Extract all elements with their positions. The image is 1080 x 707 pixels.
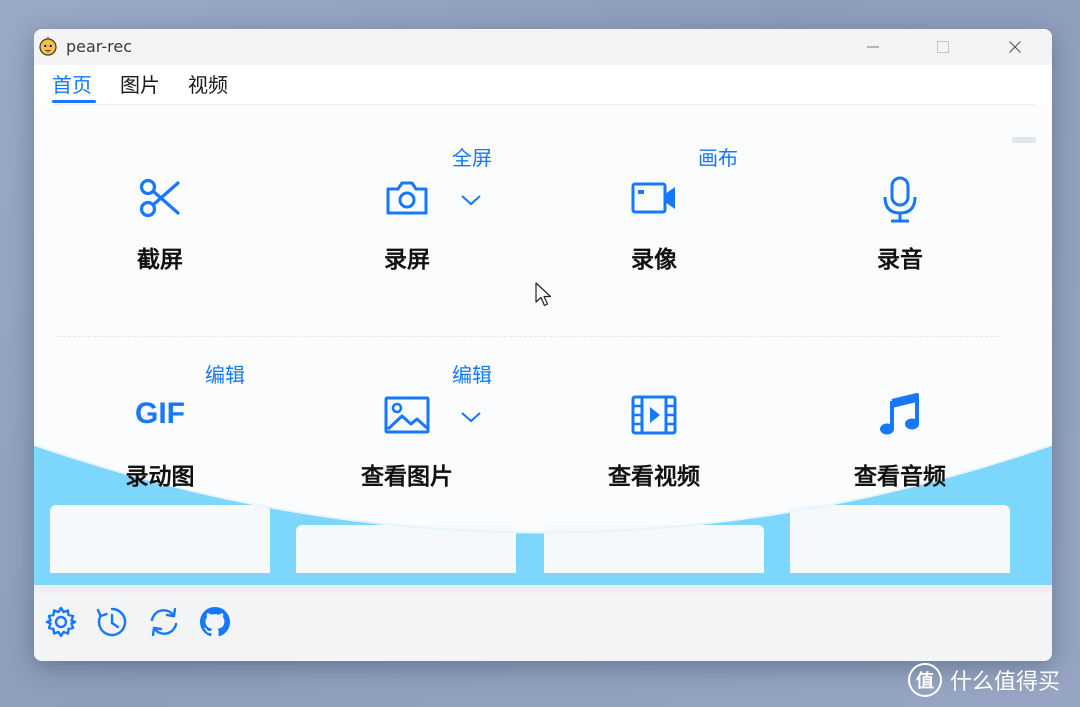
audio-record-card[interactable]: 录音 bbox=[777, 145, 1023, 345]
minimize-icon bbox=[867, 46, 879, 48]
camera-record-label[interactable]: 录像 bbox=[531, 240, 777, 274]
gear-icon[interactable] bbox=[44, 605, 78, 639]
audio-record-label[interactable]: 录音 bbox=[777, 240, 1023, 274]
camera-icon[interactable] bbox=[284, 175, 530, 221]
screen-record-card[interactable]: 全屏 录屏 bbox=[284, 145, 530, 345]
tab-bar: 首页 图片 视频 bbox=[34, 65, 1052, 105]
gif-record-label[interactable]: 录动图 bbox=[37, 457, 283, 491]
minimize-button[interactable] bbox=[850, 29, 896, 65]
gif-record-card[interactable]: 编辑 GIF 录动图 bbox=[37, 362, 283, 562]
toolbar-separator bbox=[34, 585, 1052, 593]
watermark-text: 什么值得买 bbox=[950, 670, 1061, 695]
screenshot-label[interactable]: 截屏 bbox=[37, 240, 283, 274]
film-play-icon[interactable] bbox=[531, 392, 777, 438]
watermark-logo: 值 bbox=[908, 663, 942, 697]
canvas-option[interactable]: 画布 bbox=[698, 142, 738, 171]
view-audio-label[interactable]: 查看音频 bbox=[777, 457, 1023, 491]
bottom-toolbar bbox=[34, 585, 1052, 661]
gif-icon[interactable]: GIF bbox=[37, 392, 283, 436]
watermark: 值 什么值得买 bbox=[908, 660, 1060, 700]
chevron-down-icon[interactable] bbox=[460, 193, 482, 207]
music-note-icon[interactable] bbox=[777, 392, 1023, 438]
github-icon[interactable] bbox=[198, 605, 232, 639]
history-clock-icon[interactable] bbox=[95, 605, 129, 639]
screen-record-label[interactable]: 录屏 bbox=[284, 240, 530, 274]
gif-icon-text: GIF bbox=[135, 397, 185, 430]
row-divider bbox=[58, 336, 998, 337]
mouse-cursor-icon bbox=[535, 282, 552, 307]
chevron-down-icon[interactable] bbox=[460, 410, 482, 424]
maximize-icon bbox=[937, 41, 949, 53]
scroll-indicator bbox=[1012, 137, 1036, 143]
tab-videos[interactable]: 视频 bbox=[188, 69, 228, 98]
pear-rec-logo-icon bbox=[39, 36, 57, 56]
tab-images[interactable]: 图片 bbox=[120, 69, 160, 98]
camera-record-card[interactable]: 画布 录像 bbox=[531, 145, 777, 345]
title-bar[interactable]: pear-rec bbox=[34, 29, 1052, 65]
refresh-icon[interactable] bbox=[147, 605, 181, 639]
view-images-card[interactable]: 编辑 查看图片 bbox=[284, 362, 530, 562]
close-icon bbox=[1009, 41, 1021, 53]
video-camera-icon[interactable] bbox=[531, 175, 777, 221]
view-videos-label[interactable]: 查看视频 bbox=[531, 457, 777, 491]
fullscreen-option[interactable]: 全屏 bbox=[452, 142, 492, 171]
maximize-button[interactable] bbox=[920, 29, 966, 65]
screenshot-card[interactable]: 截屏 bbox=[37, 145, 283, 345]
view-videos-card[interactable]: 查看视频 bbox=[531, 362, 777, 562]
microphone-icon[interactable] bbox=[777, 175, 1023, 225]
image-icon[interactable] bbox=[284, 392, 530, 438]
gif-edit-option[interactable]: 编辑 bbox=[205, 359, 245, 388]
close-button[interactable] bbox=[992, 29, 1038, 65]
view-audio-card[interactable]: 查看音频 bbox=[777, 362, 1023, 562]
image-edit-option[interactable]: 编辑 bbox=[452, 359, 492, 388]
active-tab-indicator bbox=[52, 100, 96, 103]
window-title: pear-rec bbox=[66, 37, 132, 56]
scissors-icon[interactable] bbox=[37, 175, 283, 221]
tab-home[interactable]: 首页 bbox=[52, 69, 92, 98]
home-panel: 截屏 全屏 录屏 画布 录像 录音 编辑 GIF 录动图 编辑 查看图片 查看视… bbox=[34, 105, 1052, 585]
view-images-label[interactable]: 查看图片 bbox=[284, 457, 530, 491]
app-window: pear-rec 首页 图片 视频 截屏 全屏 录屏 画布 录像 录音 编辑 G… bbox=[34, 29, 1052, 661]
